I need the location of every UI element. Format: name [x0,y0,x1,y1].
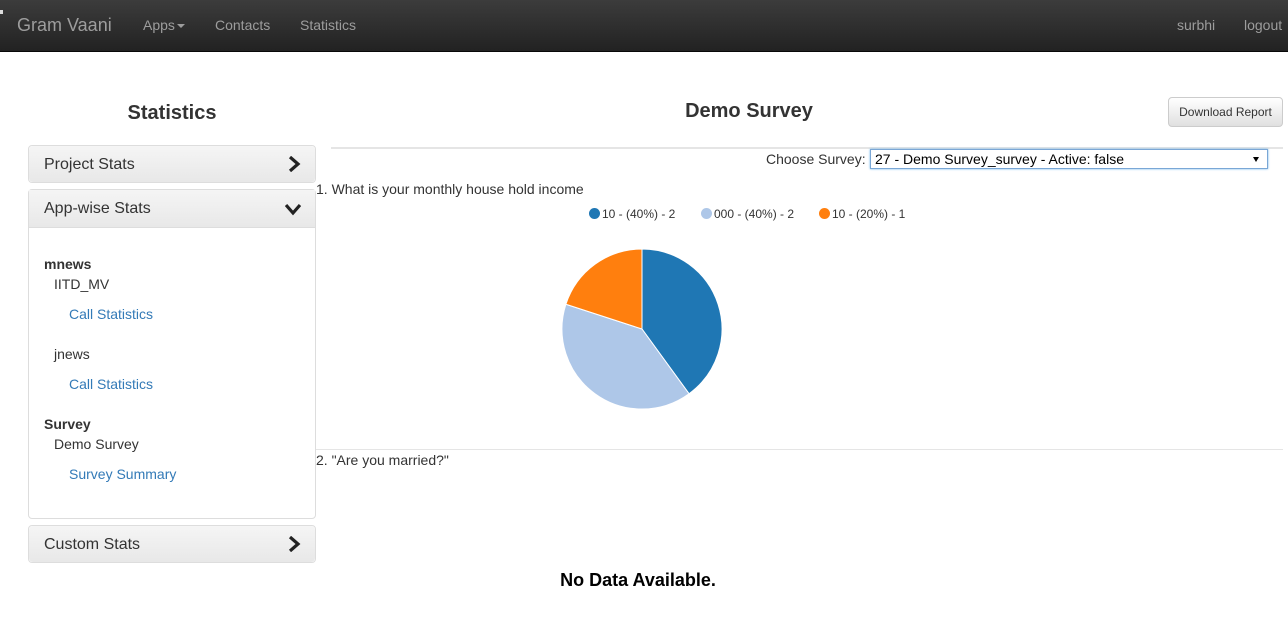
chevron-right-icon [288,156,301,172]
survey-select[interactable]: 27 - Demo Survey_survey - Active: false [870,149,1268,169]
legend-item[interactable]: 000 - (40%) - 2 [701,207,794,221]
nav-apps-dropdown[interactable]: Apps [143,17,185,33]
group-heading-mnews: mnews [44,256,92,272]
group-heading-survey: Survey [44,416,91,432]
choose-survey-label: Choose Survey: [766,151,866,167]
sidebar-title: Statistics [127,102,217,124]
legend-dot [589,208,600,219]
chevron-down-icon [285,203,301,216]
download-report-button[interactable]: Download Report [1168,97,1283,127]
panel-app-wise-stats-label: App-wise Stats [44,200,151,217]
nav-apps-label: Apps [143,17,175,33]
panel-custom-stats-header[interactable]: Custom Stats [29,526,315,562]
app-name-iitd-mv: IITD_MV [54,276,110,292]
survey-select-value: 27 - Demo Survey_survey - Active: false [875,151,1124,167]
caret-down-icon [176,24,185,29]
nav-logout[interactable]: logout [1244,17,1282,33]
panel-project-stats: Project Stats [28,145,316,183]
select-arrow-icon [1253,157,1259,162]
divider [316,449,1283,450]
panel-custom-stats-label: Custom Stats [44,536,141,553]
page-title: Demo Survey [685,100,813,122]
nav-statistics[interactable]: Statistics [300,17,356,33]
panel-project-stats-label: Project Stats [44,156,135,173]
brand-link[interactable]: Gram Vaani [17,15,112,36]
no-data-message: No Data Available. [560,570,716,590]
app-name-demo-survey: Demo Survey [54,436,139,452]
app-name-jnews: jnews [54,346,90,362]
pie-chart [561,248,723,410]
navbar: Gram Vaani Apps Contacts Statistics surb… [0,0,1288,52]
link-call-statistics-jnews[interactable]: Call Statistics [69,376,153,392]
panel-custom-stats: Custom Stats [28,525,316,563]
nav-contacts[interactable]: Contacts [215,17,270,33]
chevron-right-icon [288,536,301,552]
legend-dot [819,208,830,219]
question-1: 1. What is your monthly house hold incom… [316,181,584,197]
legend-item[interactable]: 10 - (20%) - 1 [819,207,905,221]
question-2: 2. "Are you married?" [316,452,449,468]
link-survey-summary[interactable]: Survey Summary [69,466,176,482]
legend-item[interactable]: 10 - (40%) - 2 [589,207,675,221]
legend-label: 000 - (40%) - 2 [714,207,795,221]
legend-label: 10 - (20%) - 1 [832,207,906,221]
panel-app-wise-stats: App-wise Stats mnews IITD_MV Call Statis… [28,189,316,519]
panel-project-stats-header[interactable]: Project Stats [29,146,315,182]
legend-dot [701,208,712,219]
panel-app-wise-stats-header[interactable]: App-wise Stats [29,190,315,228]
legend-label: 10 - (40%) - 2 [602,207,676,221]
window-corner-mark [0,10,3,14]
nav-user[interactable]: surbhi [1177,17,1215,33]
link-call-statistics-iitd-mv[interactable]: Call Statistics [69,306,153,322]
